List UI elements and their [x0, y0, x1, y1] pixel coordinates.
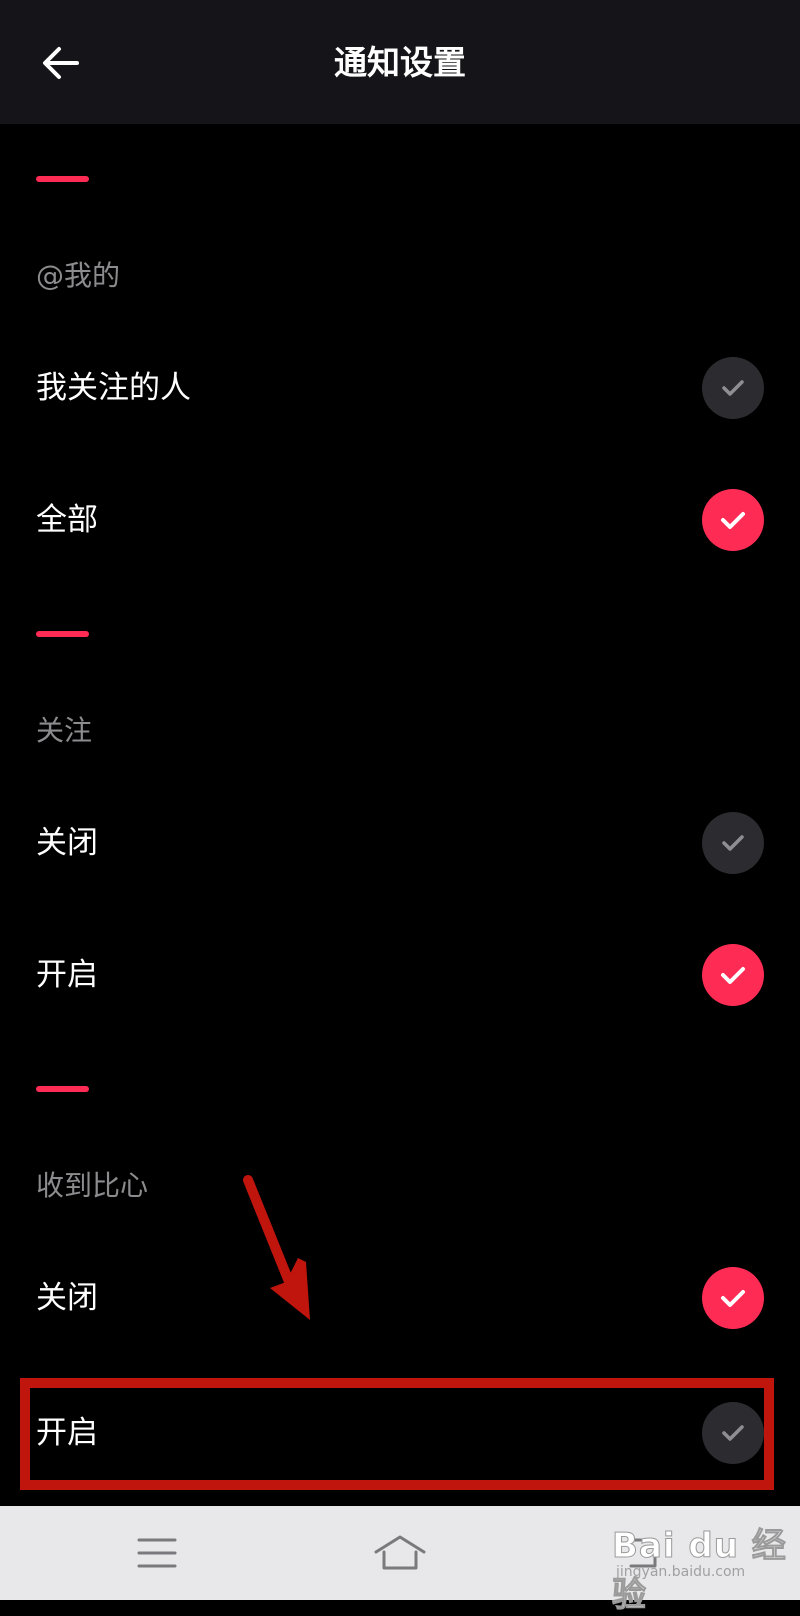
checkmark-icon	[721, 967, 745, 984]
section-accent-bar	[36, 1086, 89, 1092]
check-toggle[interactable]	[702, 489, 764, 551]
home-icon	[374, 1535, 426, 1570]
check-toggle[interactable]	[702, 1267, 764, 1329]
section-label: 关注	[36, 714, 93, 747]
checkmark-icon	[721, 1290, 745, 1307]
check-toggle[interactable]	[702, 944, 764, 1006]
check-toggle[interactable]	[702, 812, 764, 874]
baidu-watermark: Bai du 经验 jingyan.baidu.com	[612, 1512, 792, 1616]
top-app-bar: 通知设置	[0, 0, 800, 124]
checkmark-icon	[722, 835, 744, 851]
option-row-on[interactable]: 开启	[0, 920, 800, 1030]
checkmark-icon	[722, 380, 744, 396]
menu-button[interactable]	[122, 1526, 192, 1580]
option-row-following[interactable]: 我关注的人	[0, 333, 800, 443]
annotation-highlight-box	[20, 1378, 774, 1490]
menu-icon	[137, 1538, 177, 1568]
option-label: 我关注的人	[36, 370, 191, 406]
watermark-url: jingyan.baidu.com	[616, 1564, 746, 1580]
section-accent-bar	[36, 176, 89, 182]
option-row-all[interactable]: 全部	[0, 465, 800, 575]
home-button[interactable]	[365, 1526, 435, 1580]
section-label: @我的	[36, 259, 121, 292]
option-label: 全部	[36, 502, 98, 538]
check-toggle[interactable]	[702, 357, 764, 419]
annotation-arrow-icon	[243, 1175, 310, 1320]
section-accent-bar	[36, 631, 89, 637]
option-label: 开启	[36, 957, 98, 993]
option-row-off[interactable]: 关闭	[0, 1243, 800, 1353]
option-label: 关闭	[36, 825, 98, 861]
option-label: 关闭	[36, 1280, 98, 1316]
option-row-off[interactable]: 关闭	[0, 788, 800, 898]
page-title: 通知设置	[334, 43, 466, 82]
checkmark-icon	[721, 512, 745, 529]
section-label: 收到比心	[36, 1169, 149, 1202]
